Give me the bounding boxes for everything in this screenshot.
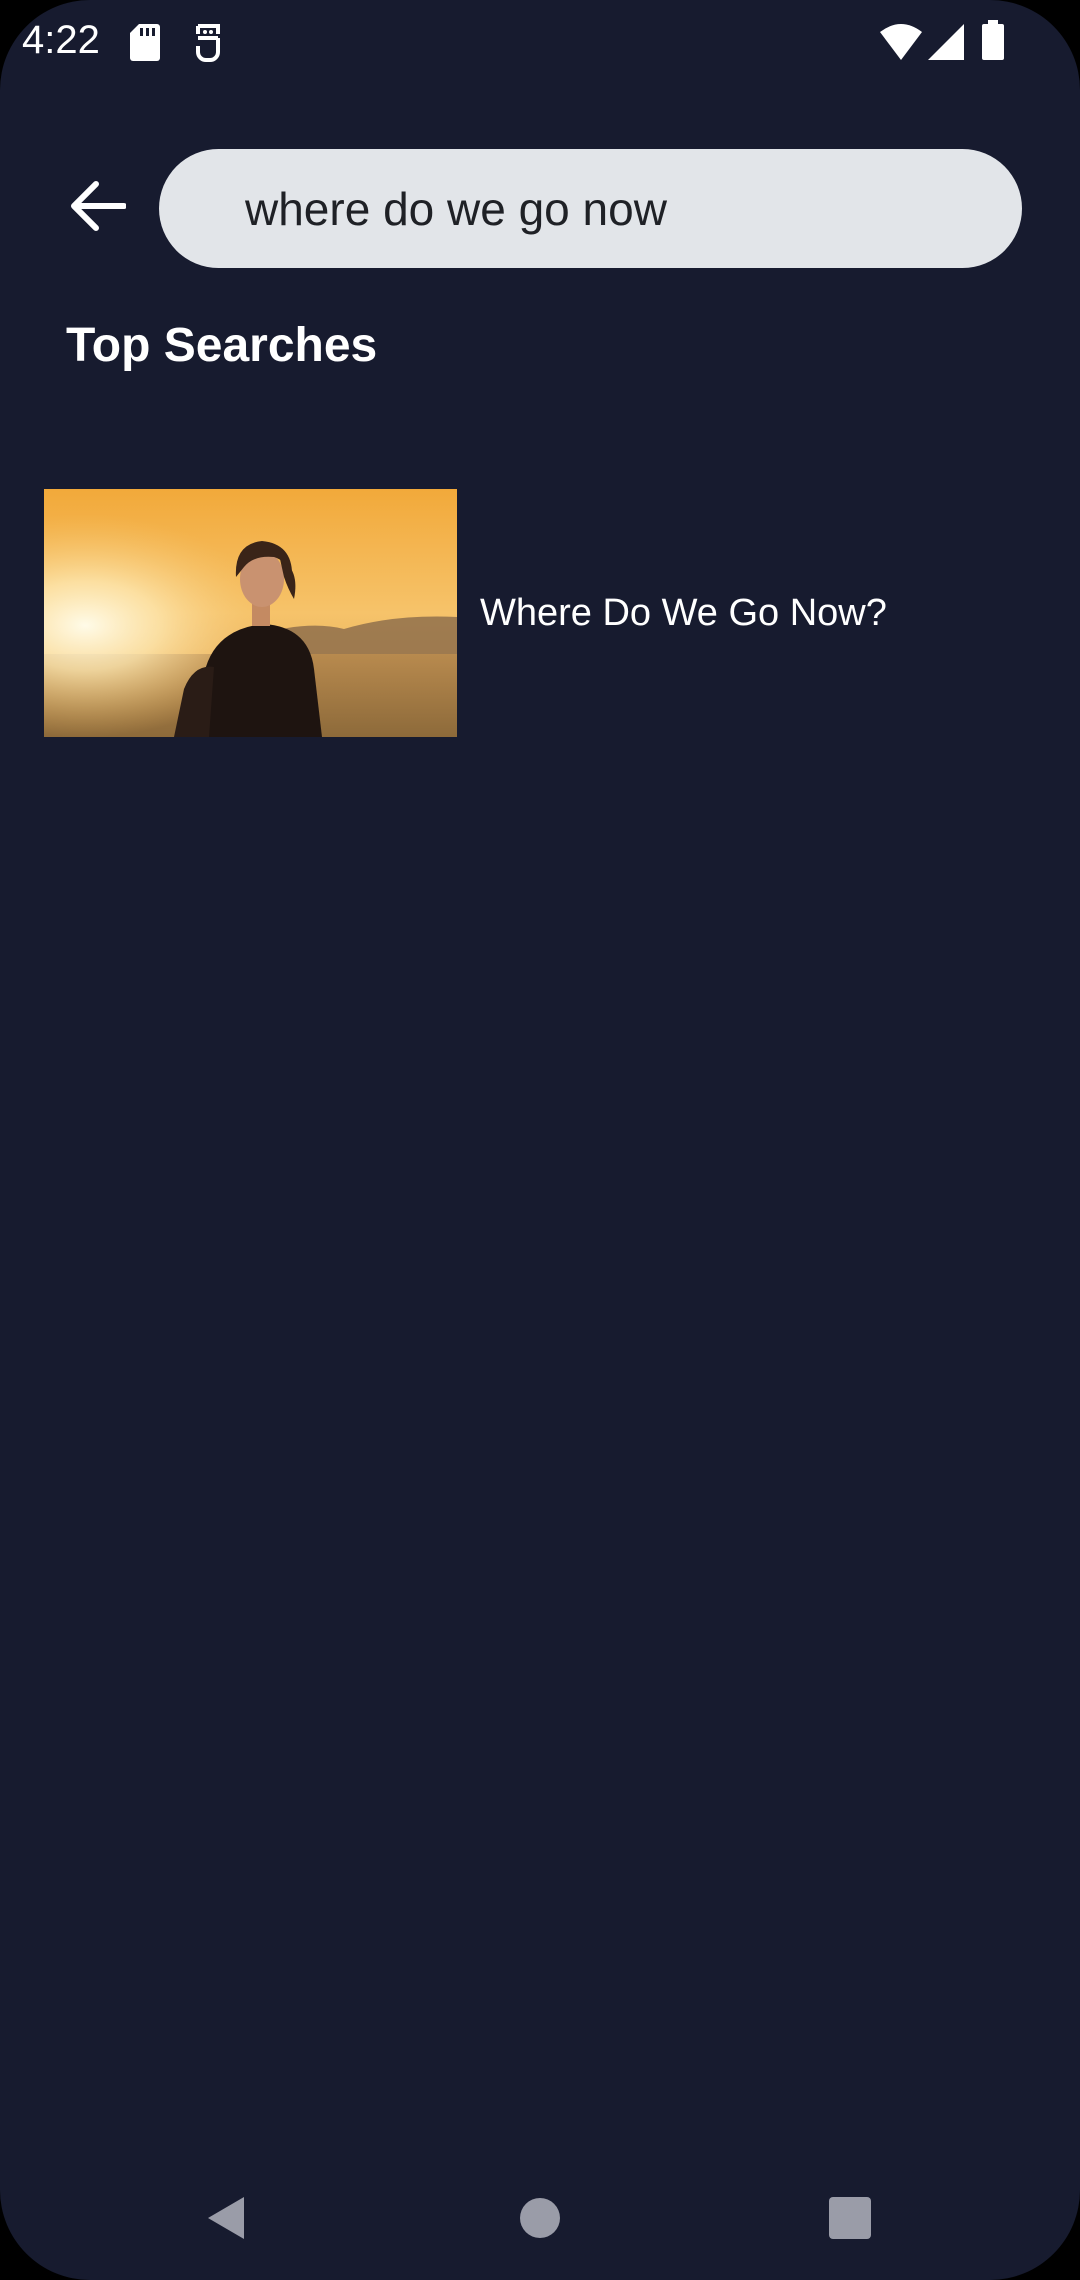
signal-icon	[928, 24, 964, 65]
notification-app-icon	[193, 22, 223, 67]
navigation-bar	[0, 2150, 1080, 2280]
status-bar: 4:22	[0, 0, 1080, 90]
back-button[interactable]	[58, 168, 138, 248]
wifi-icon	[880, 24, 922, 65]
home-circle-icon	[519, 2197, 561, 2244]
search-input[interactable]	[245, 181, 945, 236]
search-field[interactable]	[159, 149, 1022, 268]
nav-home-button[interactable]	[510, 2190, 570, 2250]
section-title: Top Searches	[66, 319, 378, 372]
result-title: Where Do We Go Now?	[480, 591, 887, 634]
back-triangle-icon	[206, 2195, 246, 2246]
result-thumbnail	[44, 489, 457, 737]
search-result-item[interactable]: Where Do We Go Now?	[44, 489, 1040, 737]
recents-square-icon	[829, 2196, 871, 2244]
sd-card-icon	[130, 22, 160, 67]
battery-icon	[982, 20, 1004, 65]
arrow-left-icon	[70, 180, 127, 237]
status-time: 4:22	[22, 18, 100, 62]
nav-back-button[interactable]	[196, 2190, 256, 2250]
search-screen: 4:22 where do we go now Top Searches Whe…	[0, 0, 1080, 2280]
nav-recents-button[interactable]	[820, 2190, 880, 2250]
